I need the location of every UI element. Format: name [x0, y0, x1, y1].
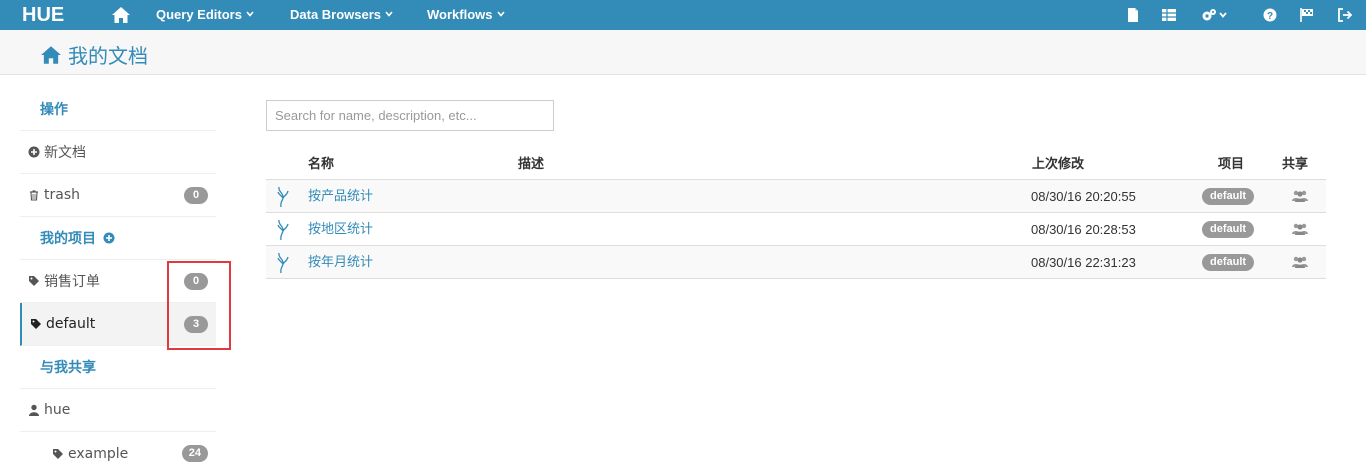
sidebar-item-shared-user[interactable]: hue	[20, 389, 216, 432]
table-icon[interactable]	[1161, 7, 1177, 23]
hive-query-icon	[277, 219, 289, 241]
project-tag[interactable]: default	[1202, 221, 1255, 238]
query-editors-menu[interactable]: Query Editors	[156, 0, 254, 30]
sidebar-header-label: 操作	[40, 102, 68, 118]
shared-project-count-badge: 24	[181, 445, 208, 462]
sidebar-header-label: 我的项目	[40, 231, 96, 247]
column-header-modified[interactable]: 上次修改	[1032, 150, 1084, 180]
query-editors-label: Query Editors	[156, 7, 242, 22]
cogs-icon[interactable]	[1201, 7, 1231, 23]
document-modified-date: 08/30/16 20:20:55	[1031, 189, 1136, 204]
trash-label: trash	[44, 187, 80, 203]
chevron-down-icon	[385, 11, 393, 17]
document-name-link[interactable]: 按产品统计	[308, 180, 373, 213]
tag-icon	[53, 448, 63, 459]
help-icon[interactable]: ?	[1262, 7, 1278, 23]
new-document-button[interactable]: 新文档	[20, 131, 216, 174]
tag-icon	[31, 319, 41, 329]
tag-icon	[29, 276, 39, 286]
sidebar-header-projects: 我的项目	[20, 217, 216, 260]
data-browsers-label: Data Browsers	[290, 7, 382, 22]
new-document-label: 新文档	[44, 145, 86, 161]
project-label: 销售订单	[44, 274, 100, 290]
table-header-row: 名称 描述 上次修改 项目 共享	[266, 150, 1326, 180]
chevron-down-icon	[496, 11, 505, 17]
chevron-down-icon	[246, 11, 254, 17]
users-share-icon[interactable]	[1292, 222, 1308, 236]
table-row[interactable]: 按产品统计 08/30/16 20:20:55 default	[266, 180, 1326, 213]
sidebar-header-label: 与我共享	[40, 360, 96, 376]
sidebar-item-trash[interactable]: trash 0	[20, 174, 216, 217]
column-header-name[interactable]: 名称	[308, 150, 334, 180]
sidebar-item-shared-project[interactable]: example 24	[20, 432, 216, 475]
trash-icon	[30, 190, 38, 201]
column-header-share[interactable]: 共享	[1282, 150, 1308, 180]
document-modified-date: 08/30/16 20:28:53	[1031, 222, 1136, 237]
table-row[interactable]: 按地区统计 08/30/16 20:28:53 default	[266, 213, 1326, 246]
search-input[interactable]	[266, 100, 554, 131]
table-row[interactable]: 按年月统计 08/30/16 22:31:23 default	[266, 246, 1326, 279]
user-icon	[29, 404, 39, 416]
home-icon	[41, 45, 61, 64]
workflows-menu[interactable]: Workflows	[427, 0, 505, 30]
svg-text:?: ?	[1267, 11, 1273, 22]
column-header-project[interactable]: 项目	[1218, 150, 1244, 180]
logo-text: HUE	[22, 3, 65, 26]
hive-query-icon	[277, 186, 289, 208]
page-title: 我的文档	[40, 40, 148, 69]
flag-icon[interactable]	[1299, 7, 1315, 23]
document-modified-date: 08/30/16 22:31:23	[1031, 255, 1136, 270]
plus-circle-icon	[28, 146, 40, 158]
shared-project-label: example	[68, 445, 129, 462]
document-name-link[interactable]: 按地区统计	[308, 213, 373, 246]
highlight-annotation-box	[167, 261, 231, 350]
shared-user-label: hue	[44, 402, 71, 418]
trash-count-badge: 0	[184, 187, 208, 204]
column-header-description[interactable]: 描述	[518, 150, 544, 180]
hive-query-icon	[277, 252, 289, 274]
document-name-link[interactable]: 按年月统计	[308, 246, 373, 279]
page-title-text: 我的文档	[68, 44, 148, 68]
hue-logo[interactable]: HUE	[22, 3, 65, 26]
page-header: 我的文档	[0, 30, 1366, 75]
project-tag[interactable]: default	[1202, 254, 1255, 271]
data-browsers-menu[interactable]: Data Browsers	[290, 0, 393, 30]
users-share-icon[interactable]	[1292, 255, 1308, 269]
sidebar-header-actions: 操作	[20, 88, 216, 131]
sign-out-icon[interactable]	[1337, 7, 1353, 23]
top-navbar: HUE Query Editors Data Browsers Workflow…	[0, 0, 1366, 30]
project-tag[interactable]: default	[1202, 188, 1255, 205]
project-label: default	[46, 316, 96, 332]
file-icon[interactable]	[1125, 7, 1141, 23]
users-share-icon[interactable]	[1292, 189, 1308, 203]
add-project-icon[interactable]	[103, 232, 115, 244]
sidebar-header-shared: 与我共享	[20, 346, 216, 389]
home-icon[interactable]	[111, 6, 131, 24]
workflows-label: Workflows	[427, 7, 493, 22]
documents-table: 名称 描述 上次修改 项目 共享 按产品统计 08/30/16 20:20:55…	[266, 150, 1326, 279]
